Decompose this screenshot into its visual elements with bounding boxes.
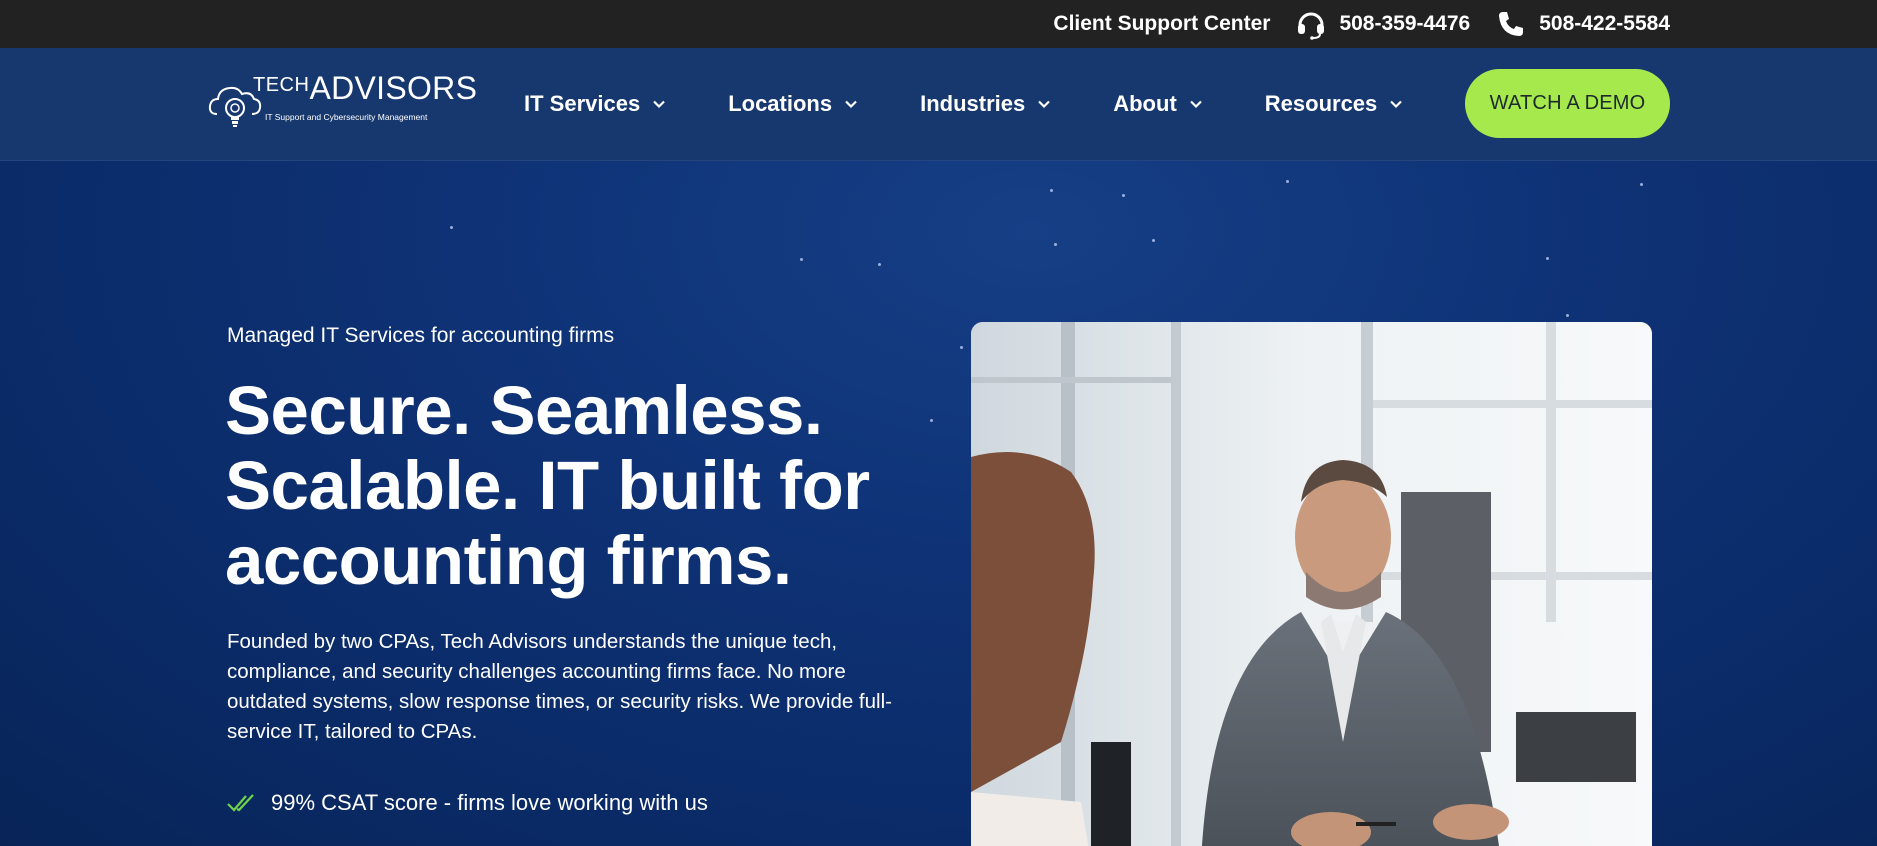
chevron-down-icon <box>1389 97 1403 111</box>
background-star <box>1050 189 1053 192</box>
feature-check-item: 99% CSAT score - firms love working with… <box>227 790 708 816</box>
background-star <box>930 419 933 422</box>
chevron-down-icon <box>1189 97 1203 111</box>
nav-item-label: About <box>1113 91 1177 116</box>
top-utility-bar: Client Support Center 508-359-4476 508-4… <box>0 0 1877 48</box>
logo-wordmark: TECHADVISORS <box>253 70 477 107</box>
nav-item-label: Locations <box>728 91 833 116</box>
hero-body-copy: Founded by two CPAs, Tech Advisors under… <box>227 630 892 743</box>
background-star <box>960 346 963 349</box>
chevron-down-icon <box>844 97 858 111</box>
phone-icon <box>1494 7 1528 41</box>
nav-item-locations[interactable]: Locations <box>728 91 858 117</box>
background-star <box>1566 314 1569 317</box>
office-meeting-photo <box>971 322 1652 846</box>
nav-item-it-services[interactable]: IT Services <box>524 91 666 117</box>
nav-item-label: Industries <box>920 91 1026 116</box>
nav-item-label: Resources <box>1264 91 1378 116</box>
hero-headline: Secure. Seamless. Scalable. IT built for… <box>225 372 870 599</box>
double-check-icon <box>227 792 259 814</box>
nav-menu: IT Services Locations Industries About R… <box>524 48 1465 160</box>
background-star <box>1286 180 1289 183</box>
logo-main: ADVISORS <box>309 70 478 106</box>
background-star <box>1054 243 1057 246</box>
logo-tagline: IT Support and Cybersecurity Management <box>265 112 428 122</box>
hero-eyebrow: Managed IT Services for accounting firms <box>227 324 615 347</box>
watch-demo-button[interactable]: WATCH A DEMO <box>1465 69 1670 138</box>
nav-item-resources[interactable]: Resources <box>1265 91 1404 117</box>
page: Client Support Center 508-359-4476 508-4… <box>0 0 1877 846</box>
support-phone-number: 508-359-4476 <box>1339 12 1471 35</box>
nav-item-industries[interactable]: Industries <box>920 91 1051 117</box>
background-star <box>878 263 881 266</box>
tech-advisors-logo[interactable]: TECHADVISORS IT Support and Cybersecurit… <box>207 70 477 134</box>
nav-item-label: IT Services <box>524 91 641 116</box>
main-phone-number: 508-422-5584 <box>1539 12 1670 35</box>
background-star <box>1640 183 1643 186</box>
background-star <box>1122 194 1125 197</box>
background-star <box>450 226 453 229</box>
background-star <box>1152 239 1155 242</box>
support-phone-link[interactable]: 508-359-4476 <box>1294 7 1470 41</box>
chevron-down-icon <box>1037 97 1051 111</box>
chevron-down-icon <box>652 97 666 111</box>
main-navigation: TECHADVISORS IT Support and Cybersecurit… <box>0 48 1877 161</box>
client-support-link[interactable]: Client Support Center <box>1053 12 1270 36</box>
background-star <box>1546 257 1549 260</box>
main-phone-link[interactable]: 508-422-5584 <box>1494 7 1670 41</box>
feature-check-text: 99% CSAT score - firms love working with… <box>271 790 708 815</box>
nav-item-about[interactable]: About <box>1113 91 1203 117</box>
background-star <box>800 258 803 261</box>
headset-icon <box>1294 7 1328 41</box>
logo-prefix: TECH <box>253 74 310 96</box>
hero-photo <box>971 322 1652 846</box>
